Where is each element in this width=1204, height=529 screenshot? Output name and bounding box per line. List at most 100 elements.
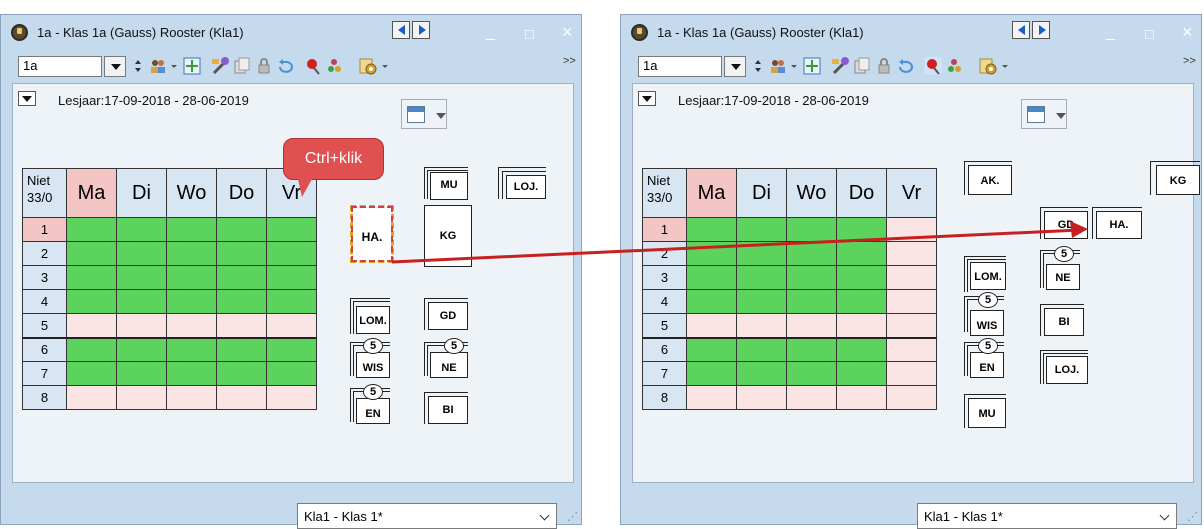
card-kg[interactable]: KG bbox=[424, 205, 472, 267]
slot[interactable] bbox=[836, 241, 887, 266]
calendar-button[interactable] bbox=[401, 99, 447, 129]
settings-dropdown-icon[interactable] bbox=[1001, 57, 1009, 75]
slot[interactable] bbox=[736, 217, 787, 242]
class-input[interactable]: 1a bbox=[18, 56, 102, 77]
maximize-button[interactable]: □ bbox=[525, 26, 534, 43]
undo-icon[interactable] bbox=[896, 57, 914, 75]
slot[interactable] bbox=[886, 289, 937, 314]
slot[interactable] bbox=[736, 289, 787, 314]
resize-grip-icon[interactable] bbox=[1187, 510, 1198, 523]
copy-icon[interactable] bbox=[233, 57, 251, 75]
slot[interactable] bbox=[786, 289, 837, 314]
slot[interactable] bbox=[886, 241, 937, 266]
pin-icon[interactable] bbox=[304, 57, 322, 75]
day-header-do[interactable]: Do bbox=[216, 168, 267, 218]
slot[interactable] bbox=[216, 241, 267, 266]
spin-icon[interactable] bbox=[753, 57, 763, 75]
lock-icon[interactable] bbox=[255, 57, 273, 75]
slot[interactable] bbox=[786, 313, 837, 338]
slot[interactable] bbox=[66, 265, 117, 290]
nav-next-icon[interactable] bbox=[412, 21, 430, 39]
day-header-ma[interactable]: Ma bbox=[66, 168, 117, 218]
slot[interactable] bbox=[66, 336, 117, 362]
slot[interactable] bbox=[736, 241, 787, 266]
slot[interactable] bbox=[836, 289, 887, 314]
slot[interactable] bbox=[116, 313, 167, 338]
slot[interactable] bbox=[66, 289, 117, 314]
day-header-wo[interactable]: Wo bbox=[786, 168, 837, 218]
slot[interactable] bbox=[836, 361, 887, 386]
slot[interactable] bbox=[836, 336, 887, 362]
slot[interactable] bbox=[216, 336, 267, 362]
slot[interactable] bbox=[216, 385, 267, 410]
slot[interactable] bbox=[116, 289, 167, 314]
people-dropdown-icon[interactable] bbox=[790, 57, 798, 75]
slot[interactable] bbox=[886, 361, 937, 386]
slot[interactable] bbox=[886, 336, 937, 362]
pin-icon[interactable] bbox=[924, 57, 942, 75]
slot[interactable] bbox=[166, 313, 217, 338]
close-button[interactable]: × bbox=[562, 22, 573, 43]
wand-icon[interactable] bbox=[831, 57, 849, 75]
nav-prev-icon[interactable] bbox=[392, 21, 410, 39]
nav-next-icon[interactable] bbox=[1032, 21, 1050, 39]
day-header-do[interactable]: Do bbox=[836, 168, 887, 218]
settings-icon[interactable] bbox=[979, 57, 997, 75]
users-icon[interactable] bbox=[945, 57, 963, 75]
day-header-wo[interactable]: Wo bbox=[166, 168, 217, 218]
day-header-vr[interactable]: Vr bbox=[886, 168, 937, 218]
panel-menu-dropdown[interactable] bbox=[638, 91, 656, 106]
slot[interactable] bbox=[266, 385, 317, 410]
slot[interactable] bbox=[886, 217, 937, 242]
slot[interactable] bbox=[166, 385, 217, 410]
slot[interactable] bbox=[266, 361, 317, 386]
slot[interactable] bbox=[66, 313, 117, 338]
slot[interactable] bbox=[66, 361, 117, 386]
slot[interactable] bbox=[886, 385, 937, 410]
day-header-di[interactable]: Di bbox=[116, 168, 167, 218]
slot[interactable] bbox=[116, 336, 167, 362]
class-dropdown-button[interactable] bbox=[724, 56, 746, 77]
title-bar[interactable]: 1a - Klas 1a (Gauss) Rooster (Kla1) _ □ … bbox=[1, 15, 581, 49]
slot[interactable] bbox=[216, 265, 267, 290]
slot[interactable] bbox=[266, 265, 317, 290]
maximize-button[interactable]: □ bbox=[1145, 26, 1154, 43]
nav-prev-icon[interactable] bbox=[1012, 21, 1030, 39]
slot[interactable] bbox=[166, 289, 217, 314]
slot[interactable] bbox=[686, 217, 737, 242]
slot[interactable] bbox=[166, 265, 217, 290]
copy-icon[interactable] bbox=[853, 57, 871, 75]
slot[interactable] bbox=[686, 241, 737, 266]
slot[interactable] bbox=[116, 217, 167, 242]
slot[interactable] bbox=[836, 265, 887, 290]
slot[interactable] bbox=[686, 385, 737, 410]
slot[interactable] bbox=[786, 265, 837, 290]
slot[interactable] bbox=[786, 217, 837, 242]
slot[interactable] bbox=[836, 385, 887, 410]
slot[interactable] bbox=[116, 241, 167, 266]
slot[interactable] bbox=[736, 385, 787, 410]
slot[interactable] bbox=[786, 361, 837, 386]
resize-grip-icon[interactable] bbox=[567, 510, 578, 523]
element-select[interactable]: Kla1 - Klas 1* bbox=[917, 503, 1177, 529]
slot[interactable] bbox=[66, 217, 117, 242]
grid-icon[interactable] bbox=[183, 57, 201, 75]
slot[interactable] bbox=[686, 313, 737, 338]
slot[interactable] bbox=[266, 289, 317, 314]
slot[interactable] bbox=[216, 217, 267, 242]
title-bar[interactable]: 1a - Klas 1a (Gauss) Rooster (Kla1) _ □ … bbox=[621, 15, 1201, 49]
spin-icon[interactable] bbox=[133, 57, 143, 75]
slot[interactable] bbox=[216, 289, 267, 314]
slot[interactable] bbox=[836, 313, 887, 338]
slot[interactable] bbox=[116, 265, 167, 290]
class-input[interactable]: 1a bbox=[638, 56, 722, 77]
wand-icon[interactable] bbox=[211, 57, 229, 75]
slot[interactable] bbox=[116, 361, 167, 386]
slot[interactable] bbox=[786, 385, 837, 410]
overflow-chevron-icon[interactable]: >> bbox=[563, 55, 576, 67]
minimize-button[interactable]: _ bbox=[486, 24, 495, 42]
day-header-ma[interactable]: Ma bbox=[686, 168, 737, 218]
slot[interactable] bbox=[66, 241, 117, 266]
slot[interactable] bbox=[686, 336, 737, 362]
slot[interactable] bbox=[686, 289, 737, 314]
